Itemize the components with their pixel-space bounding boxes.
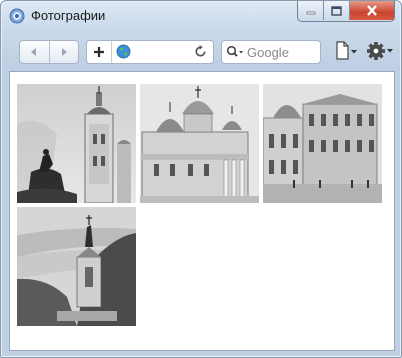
right-arrow-icon xyxy=(61,48,67,56)
browser-window: Фотографии Google xyxy=(0,0,402,358)
add-button[interactable] xyxy=(87,41,112,63)
photo-palace-building[interactable] xyxy=(263,84,382,203)
photo-domed-church[interactable] xyxy=(140,84,259,203)
page-menu-button[interactable] xyxy=(334,41,358,61)
window-controls xyxy=(297,1,395,22)
photo-riverside-monument[interactable] xyxy=(17,207,136,326)
browser-icon xyxy=(9,8,25,24)
close-icon xyxy=(367,5,377,16)
navigation-toolbar: Google xyxy=(9,37,393,65)
search-placeholder: Google xyxy=(247,45,289,60)
chevron-down-icon xyxy=(387,49,393,53)
minimize-button[interactable] xyxy=(298,1,324,20)
maximize-button[interactable] xyxy=(324,1,350,20)
photo-bell-tower[interactable] xyxy=(17,84,136,203)
search-box[interactable]: Google xyxy=(221,40,321,64)
chevron-down-icon xyxy=(351,50,357,54)
window-title: Фотографии xyxy=(31,8,106,23)
left-arrow-icon xyxy=(31,48,37,56)
reload-icon[interactable] xyxy=(193,44,208,59)
gear-icon xyxy=(367,42,385,60)
globe-icon xyxy=(116,44,131,59)
title-bar[interactable]: Фотографии xyxy=(1,1,401,31)
close-button[interactable] xyxy=(350,1,394,20)
back-button[interactable] xyxy=(20,41,50,63)
forward-button[interactable] xyxy=(50,41,79,63)
page-icon xyxy=(336,41,349,60)
tools-menu-button[interactable] xyxy=(366,40,394,62)
address-bar[interactable] xyxy=(86,40,214,64)
magnifier-icon[interactable] xyxy=(226,45,244,59)
page-content xyxy=(9,71,395,351)
maximize-icon xyxy=(331,5,342,16)
history-buttons xyxy=(19,40,79,64)
minimize-icon xyxy=(306,11,315,14)
plus-icon xyxy=(94,47,104,57)
